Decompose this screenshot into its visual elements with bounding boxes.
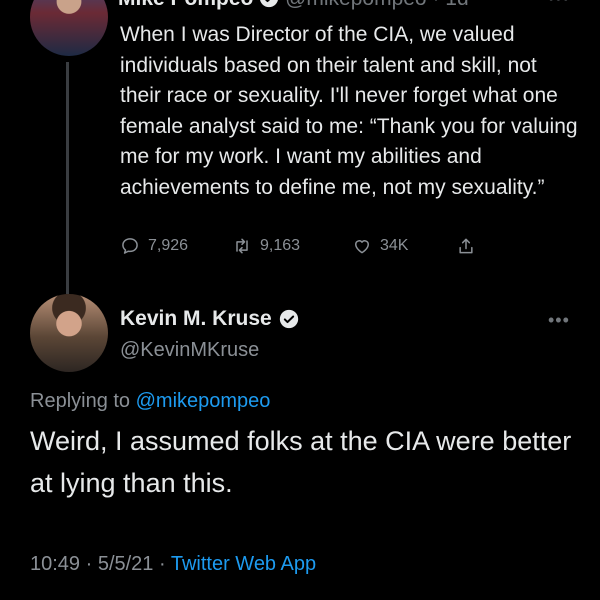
tweet1-action-bar: 7,926 9,163 34K	[120, 236, 520, 264]
like-count: 34K	[380, 237, 409, 254]
share-button[interactable]	[456, 236, 476, 256]
avatar-kevin-kruse[interactable]	[30, 294, 108, 372]
retweet-count: 9,163	[260, 237, 301, 254]
avatar-mike-pompeo[interactable]	[30, 0, 108, 56]
share-icon	[459, 238, 473, 254]
more-dots-icon[interactable]: •••	[548, 0, 570, 9]
retweet-button[interactable]: 9,163	[232, 236, 300, 256]
replying-prefix: Replying to	[30, 390, 136, 412]
source-app-link[interactable]: Twitter Web App	[171, 553, 316, 575]
tweet1-header: Mike Pompeo @mikepompeo · 1d	[118, 0, 469, 12]
tweet1-text: When I was Director of the CIA, we value…	[120, 23, 578, 199]
reply-icon	[122, 238, 138, 254]
verified-badge-icon	[279, 309, 298, 329]
replying-to-line: Replying to @mikepompeo	[30, 390, 270, 413]
tweet2-header: Kevin M. Kruse	[120, 307, 299, 331]
tweet2-text: Weird, I assumed folks at the CIA were b…	[30, 426, 572, 498]
more-dots-icon[interactable]: •••	[548, 310, 570, 331]
replying-to-mention-link[interactable]: @mikepompeo	[136, 390, 271, 412]
reply-count: 7,926	[148, 237, 189, 254]
tweet1-handle-time[interactable]: @mikepompeo · 1d	[285, 0, 469, 10]
tweet2-author-name[interactable]: Kevin M. Kruse	[120, 307, 272, 331]
retweet-icon	[236, 238, 248, 254]
tweet1-author-name[interactable]: Mike Pompeo	[118, 0, 253, 10]
reply-button[interactable]: 7,926	[120, 236, 188, 256]
tweet2-meta: 10:49 · 5/5/21 · Twitter Web App	[30, 553, 316, 576]
tweet2-handle[interactable]: @KevinMKruse	[120, 339, 259, 362]
heart-icon	[355, 240, 369, 254]
tweet2-timestamp[interactable]: 10:49 · 5/5/21 ·	[30, 553, 171, 575]
thread-connector-line	[66, 62, 69, 294]
verified-badge-icon	[260, 0, 279, 8]
like-button[interactable]: 34K	[352, 236, 408, 256]
